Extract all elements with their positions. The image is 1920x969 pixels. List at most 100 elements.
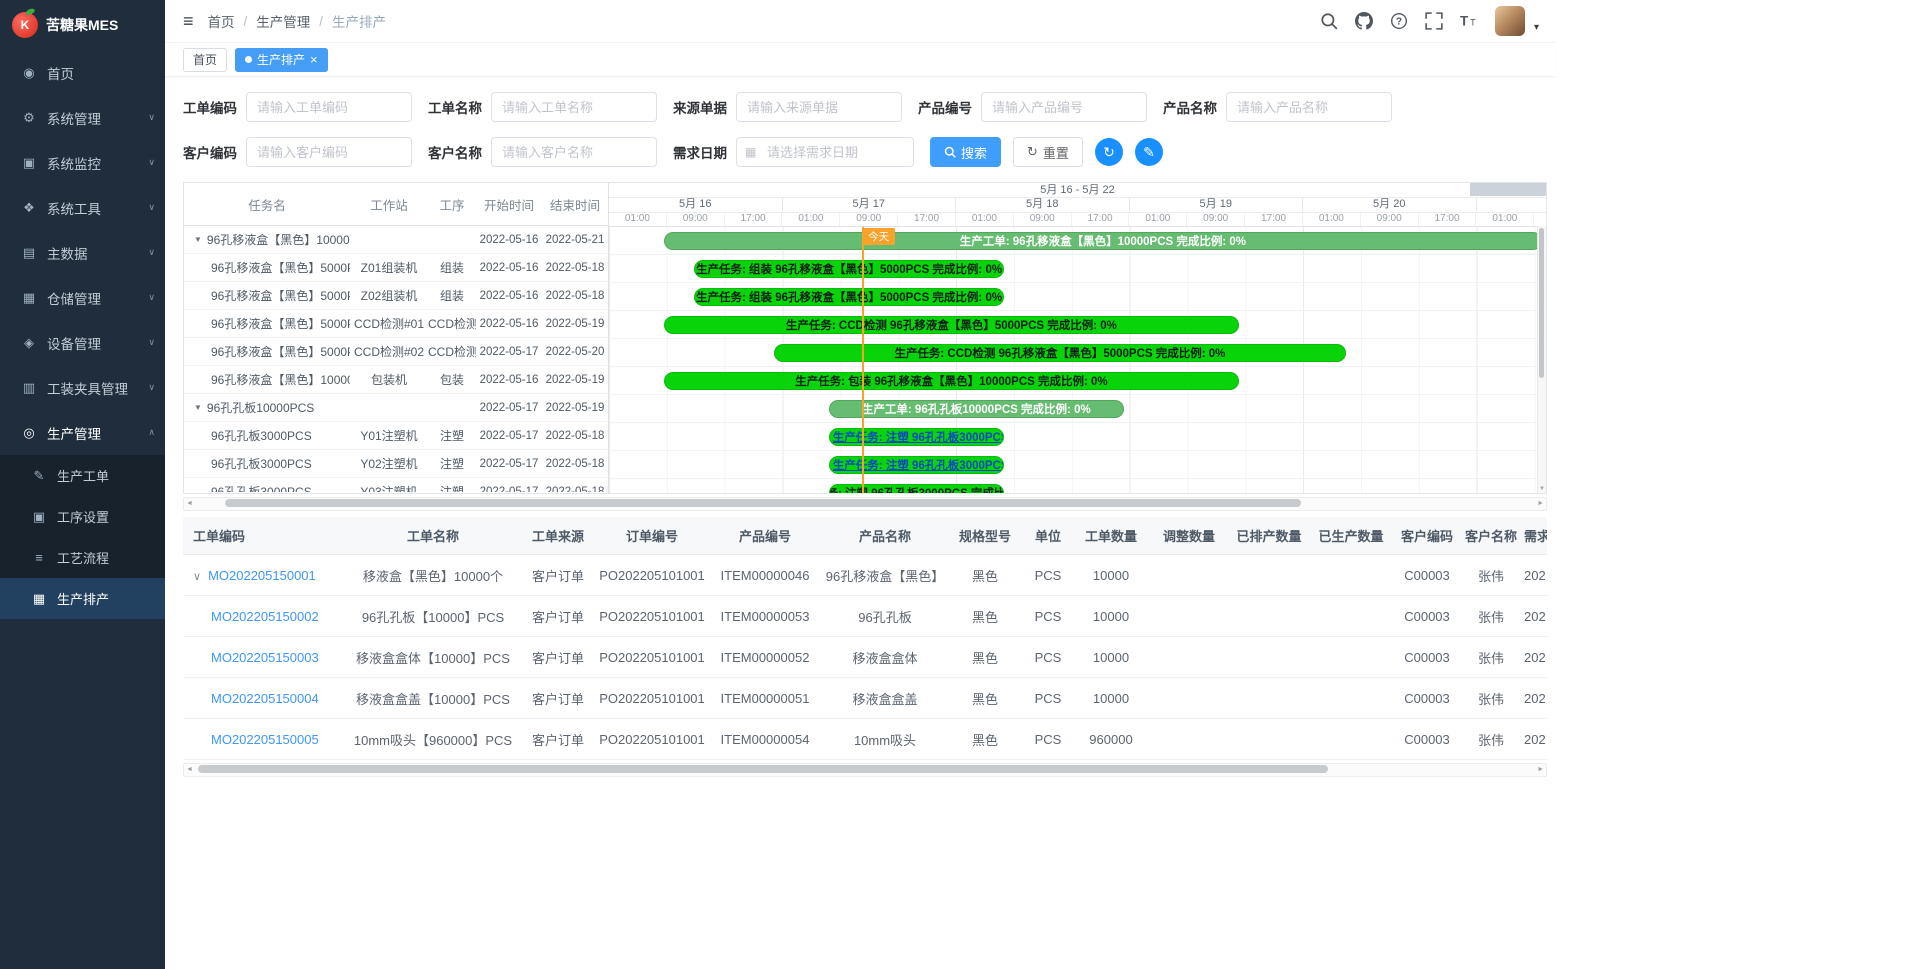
filter-order-name: 工单名称 bbox=[428, 92, 657, 122]
tab-scheduling[interactable]: 生产排产 × bbox=[235, 48, 328, 72]
reset-button[interactable]: ↻ 重置 bbox=[1013, 137, 1083, 167]
production-icon: ◎ bbox=[20, 425, 38, 441]
chevron-down-icon[interactable]: ▼ bbox=[194, 235, 202, 244]
tab-label: 生产排产 bbox=[257, 51, 305, 68]
font-size-icon[interactable]: TT bbox=[1460, 12, 1478, 30]
sidebar-item-home[interactable]: ◉首页 bbox=[0, 50, 165, 95]
filter-input-product-code[interactable] bbox=[981, 92, 1147, 122]
scroll-right-arrow-icon[interactable]: ► bbox=[1537, 764, 1544, 775]
table-row[interactable]: MO202205150003移液盒盒体【10000】PCS客户订单PO20220… bbox=[183, 637, 1547, 678]
gantt-task-row[interactable]: ▼96孔移液盒【黑色】10000PCS2022-05-162022-05-21 bbox=[184, 226, 608, 254]
order-code-link[interactable]: MO202205150002 bbox=[211, 609, 319, 624]
gantt-task-row[interactable]: 96孔孔板3000PCSY01注塑机注塑2022-05-172022-05-18 bbox=[184, 422, 608, 450]
table-cell: 张伟 bbox=[1462, 596, 1520, 637]
scroll-right-arrow-icon[interactable]: ► bbox=[1537, 498, 1544, 509]
breadcrumb-item[interactable]: 生产管理 bbox=[256, 11, 310, 31]
order-code-link[interactable]: MO202205150004 bbox=[211, 691, 319, 706]
breadcrumb: 首页/生产管理/生产排产 bbox=[208, 11, 387, 31]
refresh-gantt-button[interactable]: ↻ bbox=[1095, 138, 1123, 166]
order-code-link[interactable]: MO202205150001 bbox=[208, 568, 316, 583]
gantt-bar[interactable]: 生产任务: 包装 96孔移液盒【黑色】10000PCS 完成比例: 0% bbox=[664, 372, 1239, 390]
help-icon[interactable]: ? bbox=[1390, 12, 1408, 30]
filter-label: 产品名称 bbox=[1163, 97, 1217, 117]
order-code-cell: ∨ MO202205150001 bbox=[183, 555, 348, 596]
sidebar-item-fixture[interactable]: ▥工装夹具管理∨ bbox=[0, 365, 165, 410]
gantt-task-row[interactable]: 96孔孔板3000PCSY03注塑机注塑2022-05-172022-05-18 bbox=[184, 478, 608, 492]
edit-button[interactable]: ✎ bbox=[1135, 138, 1163, 166]
filter-input-order-code[interactable] bbox=[246, 92, 412, 122]
table-row[interactable]: MO20220515000510mm吸头【960000】PCS客户订单PO202… bbox=[183, 719, 1547, 760]
gantt-task-row[interactable]: ▼96孔孔板10000PCS2022-05-172022-05-19 bbox=[184, 394, 608, 422]
sidebar-toggle-icon[interactable]: ≡ bbox=[183, 11, 194, 32]
breadcrumb-item[interactable]: 生产排产 bbox=[332, 11, 386, 31]
table-horizontal-scrollbar[interactable]: ◄ ► bbox=[183, 763, 1547, 777]
filter-input-demand-date[interactable] bbox=[736, 137, 914, 167]
gantt-start-date: 2022-05-17 bbox=[476, 402, 542, 414]
table-row[interactable]: MO202205150004移液盒盒盖【10000】PCS客户订单PO20220… bbox=[183, 678, 1547, 719]
sidebar-item-tools[interactable]: ❖系统工具∨ bbox=[0, 185, 165, 230]
sidebar-item-work-order[interactable]: ✎生产工单 bbox=[0, 455, 165, 496]
chevron-down-icon[interactable]: ▼ bbox=[194, 403, 202, 412]
gantt-task-row[interactable]: 96孔移液盒【黑色】5000PCSCCD检测#02CCD检测2022-05-17… bbox=[184, 338, 608, 366]
gantt-horizontal-scrollbar[interactable]: ◄ ► bbox=[183, 497, 1547, 511]
sidebar-item-scheduling[interactable]: ▦生产排产 bbox=[0, 578, 165, 619]
search-button[interactable]: 搜索 bbox=[930, 137, 1001, 167]
filter-input-customer-code[interactable] bbox=[246, 137, 412, 167]
chevron-down-icon: ∨ bbox=[148, 292, 155, 303]
gantt-task-row[interactable]: 96孔孔板3000PCSY02注塑机注塑2022-05-172022-05-18 bbox=[184, 450, 608, 478]
fullscreen-icon[interactable] bbox=[1425, 12, 1443, 30]
chevron-down-icon[interactable]: ∨ bbox=[193, 571, 201, 583]
gantt-task-row[interactable]: 96孔移液盒【黑色】5000PCSZ02组装机组装2022-05-162022-… bbox=[184, 282, 608, 310]
sidebar-item-warehouse[interactable]: ▦仓储管理∨ bbox=[0, 275, 165, 320]
order-code-link[interactable]: MO202205150005 bbox=[211, 732, 319, 747]
sidebar-item-monitor[interactable]: ▣系统监控∨ bbox=[0, 140, 165, 185]
sidebar-item-process-setting[interactable]: ▣工序设置 bbox=[0, 496, 165, 537]
app-logo[interactable]: K 苦糖果MES bbox=[0, 0, 165, 50]
gantt-hour-header: 17:00 bbox=[725, 213, 783, 226]
gantt-task-label: 96孔孔板3000PCS bbox=[211, 483, 312, 492]
gantt-day-header bbox=[1477, 198, 1547, 212]
github-icon[interactable] bbox=[1355, 12, 1373, 30]
scroll-left-arrow-icon[interactable]: ◄ bbox=[186, 498, 193, 509]
order-code-link[interactable]: MO202205150003 bbox=[211, 650, 319, 665]
gantt-bar[interactable]: 生产任务: 组装 96孔移液盒【黑色】5000PCS 完成比例: 0% bbox=[694, 288, 1004, 306]
filter-input-order-name[interactable] bbox=[491, 92, 657, 122]
breadcrumb-item[interactable]: 首页 bbox=[208, 11, 235, 31]
gantt-bar[interactable]: 生产任务: 注塑 96孔孔板3000PCS 完成比例: 0% bbox=[829, 484, 1004, 493]
gantt-bar[interactable]: 生产任务: 组装 96孔移液盒【黑色】5000PCS 完成比例: 0% bbox=[694, 260, 1004, 278]
table-row[interactable]: MO20220515000296孔孔板【10000】PCS客户订单PO20220… bbox=[183, 596, 1547, 637]
sidebar-item-equipment[interactable]: ◈设备管理∨ bbox=[0, 320, 165, 365]
sidebar-item-production[interactable]: ◎生产管理∧ bbox=[0, 410, 165, 455]
gantt-task-row[interactable]: 96孔移液盒【黑色】10000PCS包装机包装2022-05-162022-05… bbox=[184, 366, 608, 394]
scroll-left-arrow-icon[interactable]: ◄ bbox=[186, 764, 193, 775]
scrollbar-thumb[interactable] bbox=[225, 499, 1301, 507]
gantt-bar[interactable]: 生产任务: 注塑 96孔孔板3000PCS 完成比例: 0% bbox=[829, 428, 1004, 446]
filter-input-source-doc[interactable] bbox=[736, 92, 902, 122]
filter-input-customer-name[interactable] bbox=[491, 137, 657, 167]
scrollbar-thumb[interactable] bbox=[198, 765, 1328, 773]
chevron-down-icon[interactable]: ▾ bbox=[1534, 22, 1539, 33]
gantt-bar[interactable]: 生产工单: 96孔移液盒【黑色】10000PCS 完成比例: 0% bbox=[664, 232, 1542, 250]
avatar[interactable] bbox=[1495, 6, 1525, 36]
sidebar-item-master-data[interactable]: ▤主数据∨ bbox=[0, 230, 165, 275]
search-icon[interactable] bbox=[1320, 12, 1338, 30]
gantt-vertical-scrollbar[interactable]: ▼ bbox=[1537, 226, 1546, 493]
gantt-task-row[interactable]: 96孔移液盒【黑色】5000PCSZ01组装机组装2022-05-162022-… bbox=[184, 254, 608, 282]
tab-home[interactable]: 首页 bbox=[183, 48, 227, 72]
gantt-bar[interactable]: 生产任务: 注塑 96孔孔板3000PCS 完成比例: 0% bbox=[829, 456, 1004, 474]
gantt-bar[interactable]: 生产任务: CCD检测 96孔移液盒【黑色】5000PCS 完成比例: 0% bbox=[774, 344, 1346, 362]
table-cell: ITEM00000051 bbox=[706, 678, 824, 719]
gantt-start-date: 2022-05-16 bbox=[476, 318, 542, 330]
gantt-hour-header: 09:00 bbox=[1014, 213, 1072, 226]
close-icon[interactable]: × bbox=[310, 53, 318, 66]
filter-input-product-name[interactable] bbox=[1226, 92, 1392, 122]
sidebar-item-process-flow[interactable]: ≡工艺流程 bbox=[0, 537, 165, 578]
sidebar-item-system[interactable]: ⚙系统管理∨ bbox=[0, 95, 165, 140]
scroll-down-arrow-icon[interactable]: ▼ bbox=[1538, 486, 1546, 492]
table-row[interactable]: ∨MO202205150001移液盒【黑色】10000个客户订单PO202205… bbox=[183, 555, 1547, 596]
scrollbar-thumb[interactable] bbox=[1539, 228, 1544, 378]
gantt-task-row[interactable]: 96孔移液盒【黑色】5000PCSCCD检测#01CCD检测2022-05-16… bbox=[184, 310, 608, 338]
gantt-bar[interactable]: 生产任务: CCD检测 96孔移液盒【黑色】5000PCS 完成比例: 0% bbox=[664, 316, 1239, 334]
filter-groups-2: 客户编码客户名称需求日期▦ bbox=[183, 137, 914, 167]
gantt-bar[interactable]: 生产工单: 96孔孔板10000PCS 完成比例: 0% bbox=[829, 400, 1124, 418]
